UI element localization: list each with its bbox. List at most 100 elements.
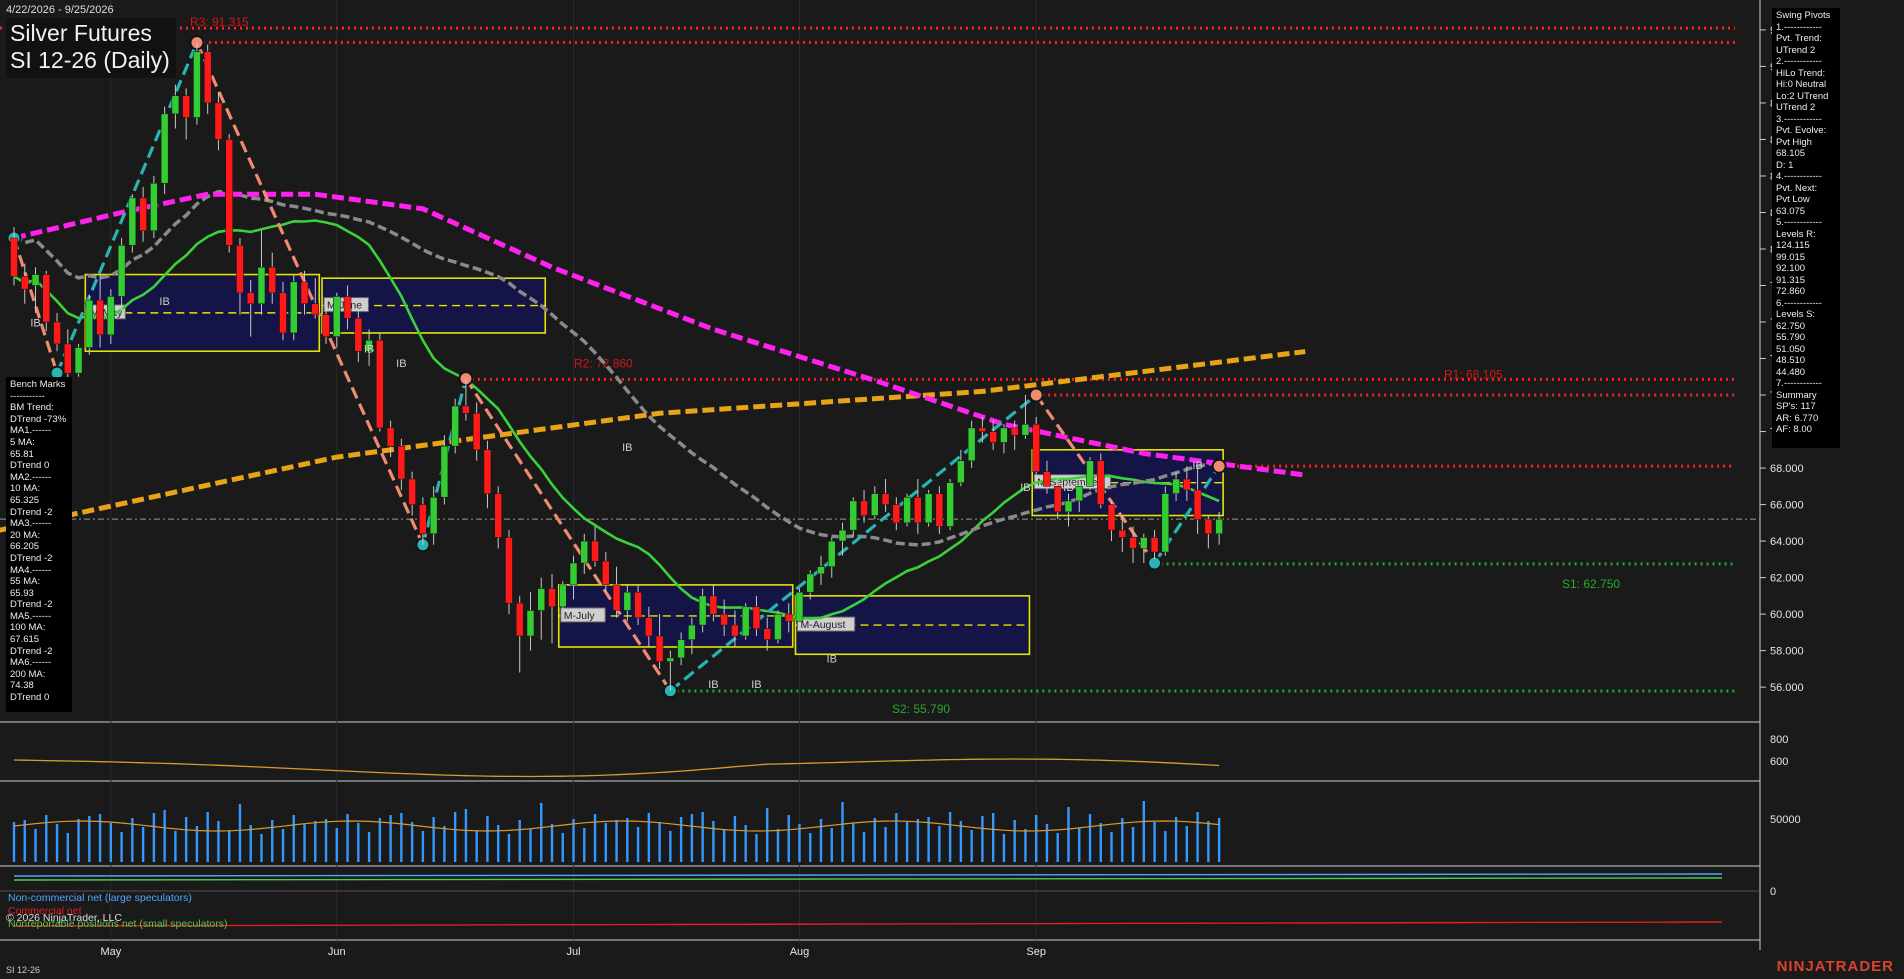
benchmark-line: DTrend -2 <box>10 599 53 611</box>
swing-pivot-line: Levels S: <box>1776 309 1816 320</box>
candle-down <box>203 51 212 104</box>
benchmark-line: DTrend 0 <box>10 460 50 472</box>
benchmark-line: ----------- <box>10 390 45 402</box>
benchmark-line: MA2.------ <box>10 471 52 483</box>
candle-down <box>1118 529 1127 538</box>
candle-up <box>74 347 83 374</box>
swing-pivot-line: 63.075 <box>1776 205 1806 217</box>
candle-up <box>85 299 94 348</box>
candle-down <box>96 299 104 336</box>
benchmark-line: 20 MA: <box>10 529 41 541</box>
candle-down <box>860 500 868 516</box>
candle-down <box>935 493 944 527</box>
candle-down <box>462 405 470 414</box>
swing-pivot-line: SP's: 117 <box>1776 401 1816 412</box>
date-range: 4/22/2026 - 9/25/2026 <box>6 4 114 16</box>
ninjatrader-logo: NINJATRADER <box>1776 958 1894 975</box>
benchmark-line: 67.615 <box>10 634 40 646</box>
candle-up <box>871 493 879 516</box>
candle-down <box>1053 486 1062 513</box>
benchmark-line: 55 MA: <box>10 576 41 588</box>
legend-noncommercial: Non-commercial net (large speculators) <box>8 892 192 904</box>
candle-down <box>408 478 416 505</box>
time-axis-label: Jun <box>328 946 346 958</box>
ib-label: IB <box>622 442 632 454</box>
ib-label: IB <box>1063 482 1073 494</box>
candle-up <box>257 266 266 305</box>
swing-pivot-line: Pvt. Evolve: <box>1776 125 1827 136</box>
candle-down <box>246 292 255 305</box>
candle-down <box>397 445 406 480</box>
candle-down <box>343 296 352 319</box>
candle-down <box>612 584 621 611</box>
s2-label: S2: 55.790 <box>892 702 950 716</box>
benchmark-line: MA5.------ <box>10 610 52 622</box>
candle-up <box>128 197 137 246</box>
swing-pivot-line: Hi:0 Neutral <box>1776 79 1827 90</box>
ib-label: IB <box>708 679 718 691</box>
time-axis-label: Sep <box>1026 946 1046 958</box>
candle-down <box>300 281 309 305</box>
benchmark-line: MA1.------ <box>10 425 52 437</box>
candle-up <box>580 540 589 564</box>
candle-down <box>354 318 363 352</box>
ib-label: IB <box>364 343 374 355</box>
swing-pivot-line: 92.100 <box>1776 263 1806 274</box>
benchmark-line: DTrend -73% <box>10 413 67 425</box>
candle-down <box>376 340 384 429</box>
candle-up <box>107 296 115 336</box>
candle-up <box>849 500 858 531</box>
benchmarks-panel: Bench Marks ----------- BM Trend: DTrend -7… <box>6 377 72 712</box>
candle-down <box>419 504 427 535</box>
candle-up <box>924 493 933 524</box>
candle-down <box>268 266 276 294</box>
candle-up <box>451 405 459 447</box>
price-chart[interactable]: 92.00090.00088.00086.00084.00082.00080.0… <box>0 0 1904 979</box>
swing-pivot-marker <box>1211 458 1227 474</box>
candle-down <box>914 497 922 524</box>
candle-up <box>838 529 847 542</box>
swing-pivot-line: 2.------------ <box>1776 56 1822 67</box>
oi-axis-label: 800 <box>1770 734 1788 746</box>
swing-pivot-line: 3.------------ <box>1776 113 1822 125</box>
swing-pivot-line: D: 1 <box>1776 159 1794 171</box>
swing-pivot-line: 44.480 <box>1776 366 1806 378</box>
candle-down <box>1204 518 1213 535</box>
ib-label: IB <box>1020 482 1030 494</box>
candle-up <box>1064 500 1073 513</box>
benchmark-line: 65.325 <box>10 494 40 506</box>
candle-down <box>548 588 556 608</box>
swing-pivot-line: Lo:2 UTrend <box>1776 90 1829 102</box>
benchmark-line: 10 MA: <box>10 483 41 495</box>
candle-up <box>1172 478 1180 494</box>
month-label: M-July <box>564 610 596 622</box>
candle-down <box>139 197 147 231</box>
candle-up <box>559 584 567 608</box>
candle-down <box>645 617 653 637</box>
candle-up <box>946 482 954 527</box>
ib-label: IB <box>827 654 837 666</box>
benchmark-line: DTrend -2 <box>10 645 53 657</box>
candle-up <box>1075 486 1083 502</box>
candle-down <box>515 602 524 637</box>
candle-up <box>569 562 578 586</box>
candle-up <box>967 427 976 462</box>
ib-label: IB <box>396 358 406 370</box>
benchmark-line: DTrend -2 <box>10 506 53 518</box>
s1-label: S1: 62.750 <box>1562 577 1620 591</box>
candle-up <box>429 497 438 535</box>
candle-down <box>214 102 223 140</box>
candle-down <box>752 606 761 629</box>
swing-pivot-line: 91.315 <box>1776 274 1806 286</box>
candle-down <box>784 613 793 622</box>
cot-axis-label: 0 <box>1770 886 1776 898</box>
candle-up <box>333 296 341 337</box>
swing-pivot-line: 1.------------ <box>1776 21 1822 33</box>
candle-down <box>1129 537 1137 549</box>
swing-pivot-marker <box>1028 387 1044 403</box>
candle-down <box>892 504 901 524</box>
time-axis-label: May <box>100 946 121 958</box>
chart-title: Silver Futures SI 12-26 (Daily) <box>6 18 176 78</box>
candle-up <box>526 610 535 637</box>
candle-up <box>957 460 965 483</box>
